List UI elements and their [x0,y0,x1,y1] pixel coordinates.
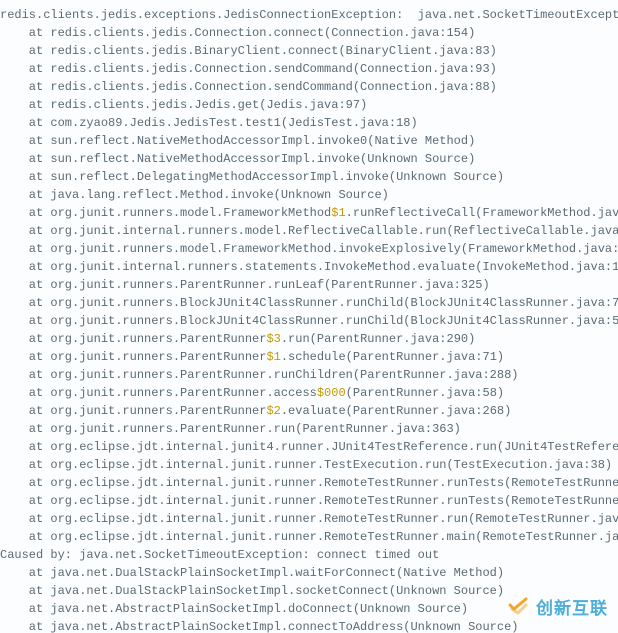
stack-frame: at org.eclipse.jdt.internal.junit.runner… [0,476,618,490]
watermark-text: 创新互联 [536,594,608,619]
stack-frame: at org.junit.runners.ParentRunner.runLea… [0,278,490,292]
inner-class-token: $2 [266,404,280,418]
stack-frame: at org.junit.runners.ParentRunner$2.eval… [0,404,511,418]
stack-frame: at org.eclipse.jdt.internal.junit.runner… [0,494,618,508]
caused-by-line: Caused by: java.net.SocketTimeoutExcepti… [0,548,439,562]
stack-frame: at org.junit.runners.BlockJUnit4ClassRun… [0,296,618,310]
inner-class-token: $3 [266,332,280,346]
watermark: 创新互联 [506,594,608,619]
stack-frame: at redis.clients.jedis.Connection.connec… [0,26,475,40]
stack-frame: at org.eclipse.jdt.internal.junit.runner… [0,530,618,544]
stack-frame: at java.net.DualStackPlainSocketImpl.wai… [0,566,504,580]
stack-frame: at org.junit.runners.ParentRunner.run(Pa… [0,422,461,436]
stack-frame: at redis.clients.jedis.Connection.sendCo… [0,80,497,94]
stack-frame: at org.junit.internal.runners.statements… [0,260,618,274]
stack-frame: at sun.reflect.DelegatingMethodAccessorI… [0,170,504,184]
stack-frame: at org.eclipse.jdt.internal.junit.runner… [0,458,612,472]
stack-frame: at org.eclipse.jdt.internal.junit4.runne… [0,440,618,454]
stack-frame: at java.net.AbstractPlainSocketImpl.doCo… [0,602,468,616]
stack-frame: at org.junit.runners.ParentRunner.runChi… [0,368,518,382]
stack-frame: at org.junit.runners.model.FrameworkMeth… [0,242,618,256]
stack-frame: at org.junit.runners.model.FrameworkMeth… [0,206,618,220]
stack-frame: at com.zyao89.Jedis.JedisTest.test1(Jedi… [0,116,418,130]
stack-frame: at org.junit.runners.ParentRunner$1.sche… [0,350,504,364]
stack-trace: redis.clients.jedis.exceptions.JedisConn… [0,0,618,633]
stack-frame: at org.junit.runners.ParentRunner.access… [0,386,504,400]
stack-frame: at org.junit.runners.BlockJUnit4ClassRun… [0,314,618,328]
inner-class-token: $1 [331,206,345,220]
stack-frame: at org.junit.internal.runners.model.Refl… [0,224,618,238]
inner-class-token: $1 [266,350,280,364]
stack-frame: at redis.clients.jedis.Connection.sendCo… [0,62,497,76]
stack-frame: at redis.clients.jedis.Jedis.get(Jedis.j… [0,98,367,112]
stack-frame: at org.junit.runners.ParentRunner$3.run(… [0,332,475,346]
stack-frame: at redis.clients.jedis.BinaryClient.conn… [0,44,497,58]
stack-frame: at java.net.DualStackPlainSocketImpl.soc… [0,584,504,598]
stack-frame: at sun.reflect.NativeMethodAccessorImpl.… [0,152,475,166]
exception-line: redis.clients.jedis.exceptions.JedisConn… [0,8,618,22]
stack-frame: at org.eclipse.jdt.internal.junit.runner… [0,512,618,526]
watermark-logo-icon [506,595,530,619]
inner-class-token: $000 [317,386,346,400]
stack-frame: at java.net.AbstractPlainSocketImpl.conn… [0,620,518,633]
stack-frame: at java.lang.reflect.Method.invoke(Unkno… [0,188,389,202]
stack-frame: at sun.reflect.NativeMethodAccessorImpl.… [0,134,475,148]
